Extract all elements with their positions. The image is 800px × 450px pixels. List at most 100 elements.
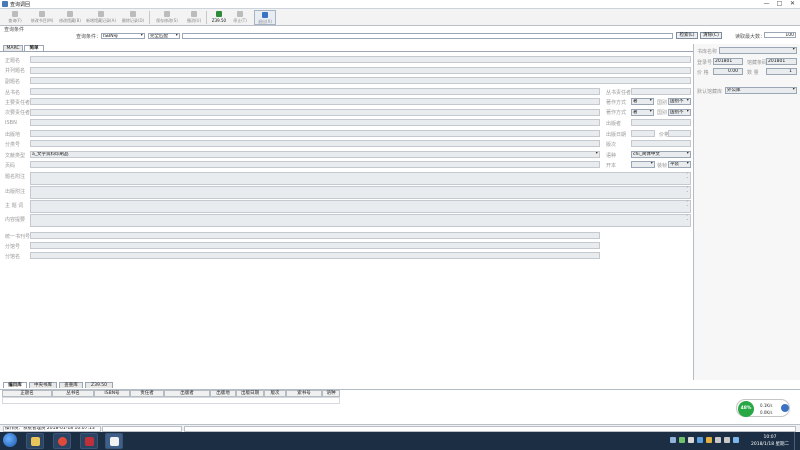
label-pub-note: 出版附注 — [5, 189, 26, 195]
series-field[interactable] — [30, 88, 600, 95]
pages-field[interactable] — [30, 161, 600, 168]
country-select-2[interactable]: 国别不 — [668, 109, 691, 116]
clock[interactable]: 10:07 2018/1/18 星期二 — [748, 434, 792, 448]
z3950-button[interactable]: Z39.50 — [209, 10, 229, 25]
doc-type-select[interactable]: a_文字资料印刷品 — [30, 151, 600, 158]
tab-catalog-db[interactable]: 编目库 — [3, 382, 27, 388]
close-button[interactable]: ✕ — [788, 0, 797, 8]
label-barcode: 馆藏条码 — [747, 60, 768, 66]
edit-record-button[interactable]: 修改书目(M) — [30, 10, 54, 25]
tab-central-library[interactable]: 中央书库 — [29, 382, 57, 388]
country-select-1[interactable]: 国别不 — [668, 98, 691, 105]
col-header-series[interactable]: 丛书名 — [52, 390, 94, 397]
start-button[interactable] — [3, 433, 17, 447]
subtitle-field[interactable] — [30, 77, 691, 84]
query-field-select[interactable]: ISBN号 — [101, 33, 145, 39]
parallel-title-field[interactable] — [30, 67, 691, 74]
col-header-call-no[interactable]: 索书号 — [286, 390, 322, 397]
format-select[interactable] — [631, 161, 655, 168]
exit-button[interactable]: 退出(X) — [254, 10, 276, 25]
col-header-language[interactable]: 语种 — [322, 390, 340, 397]
col-header-pub-date[interactable]: 出版日期 — [236, 390, 264, 397]
maximize-button[interactable]: □ — [775, 0, 784, 8]
taskbar-browser[interactable] — [53, 433, 71, 449]
network-speed-widget[interactable]: 48% 0.1K/s 0.0K/s — [736, 399, 790, 417]
minimize-button[interactable]: — — [762, 0, 771, 8]
tray-icon[interactable] — [733, 437, 739, 443]
isbn-field[interactable] — [30, 119, 600, 126]
col-header-isbn[interactable]: ISBN号 — [94, 390, 130, 397]
tray-icon[interactable] — [679, 437, 685, 443]
tray-icon[interactable] — [670, 437, 676, 443]
binding-select[interactable]: 平装 — [668, 161, 691, 168]
holding-panel: 书库名称 登录号 201801 馆藏条码 201801 价 格 0.00 数 量… — [693, 44, 800, 380]
col-header-title[interactable]: 正题名 — [2, 390, 52, 397]
quantity-stepper[interactable]: 1 — [766, 68, 797, 75]
delete-record-button[interactable]: 删除记录(D) — [119, 10, 147, 25]
taskbar-library-app[interactable] — [105, 433, 123, 449]
col-header-pub-place[interactable]: 出版地 — [210, 390, 236, 397]
add-holding-button[interactable]: 新增馆藏记录(A) — [86, 10, 116, 25]
tray-icon[interactable] — [688, 437, 694, 443]
volume-icon[interactable] — [724, 437, 730, 443]
taskbar-explorer[interactable] — [26, 433, 44, 449]
edit-holding-button[interactable]: 修改馆藏(B) — [57, 10, 83, 25]
search-button[interactable]: 检索(L) — [676, 32, 698, 39]
undo-button[interactable]: 撤消(U) — [184, 10, 204, 25]
pub-note-field[interactable] — [30, 186, 691, 199]
upload-speed: 0.1K/s — [760, 403, 773, 408]
search-input[interactable] — [182, 33, 673, 39]
tab-divider — [0, 51, 693, 52]
taskbar-app[interactable] — [80, 433, 98, 449]
exit-icon — [262, 12, 268, 18]
branch-no-field[interactable] — [30, 242, 600, 249]
edition-field[interactable] — [631, 140, 691, 147]
network-icon[interactable] — [715, 437, 721, 443]
label-abstract: 内容提要 — [5, 217, 26, 223]
save-button[interactable]: 保存修改(S) — [152, 10, 182, 25]
series-author-field[interactable] — [631, 88, 691, 95]
condition-group-label: 查询条件 — [4, 27, 25, 33]
title-note-field[interactable] — [30, 172, 691, 185]
col-header-author[interactable]: 责任者 — [130, 390, 164, 397]
publisher-field[interactable] — [631, 119, 691, 126]
language-select[interactable]: chi_简体中文 — [631, 151, 691, 158]
price-field[interactable] — [668, 130, 691, 137]
stop-button[interactable]: 停止(T) — [231, 10, 249, 25]
author-role-select-1[interactable]: 著 — [631, 98, 654, 105]
tab-dedup-db[interactable]: 查重库 — [59, 382, 83, 388]
barcode-field[interactable]: 201801 — [766, 58, 797, 65]
tray-icon[interactable] — [697, 437, 703, 443]
add-icon — [98, 11, 104, 17]
status-bar: 操作员：系统管理员 2018-01-18 10:07:13 — [0, 424, 800, 432]
label-subtitle: 副题名 — [5, 79, 21, 85]
show-desktop-button[interactable] — [794, 432, 800, 450]
reg-no-field[interactable]: 201801 — [713, 58, 743, 65]
pub-place-field[interactable] — [30, 130, 600, 137]
table-row[interactable] — [2, 397, 340, 404]
tray-icon[interactable] — [706, 437, 712, 443]
match-type-select[interactable]: 完全匹配 — [148, 33, 180, 39]
author-role-select-2[interactable]: 著 — [631, 109, 654, 116]
library-app-icon — [110, 437, 119, 446]
col-header-edition[interactable]: 版次 — [264, 390, 286, 397]
main-author-field[interactable] — [30, 98, 600, 105]
class-no-field[interactable] — [30, 140, 600, 147]
secondary-author-field[interactable] — [30, 109, 600, 116]
tab-z3950[interactable]: Z39.50 — [85, 382, 113, 388]
col-header-publisher[interactable]: 出版者 — [164, 390, 210, 397]
book-library-select[interactable] — [719, 47, 797, 54]
reset-button[interactable]: 清除(C) — [700, 32, 722, 39]
holding-price-field[interactable]: 0.00 — [713, 68, 743, 75]
abstract-field[interactable] — [30, 214, 691, 227]
title-field[interactable] — [30, 56, 691, 63]
query-button[interactable]: 查询(F) — [4, 10, 26, 25]
subject-field[interactable] — [30, 200, 691, 213]
app-icon — [85, 437, 94, 446]
collection-select[interactable]: 外公库 — [725, 87, 797, 94]
window-title: 查询调回 — [10, 2, 31, 8]
branch-name-field[interactable] — [30, 252, 600, 259]
unified-no-field[interactable] — [30, 232, 600, 239]
max-read-input[interactable]: 100 — [764, 32, 796, 38]
pub-date-field[interactable] — [631, 130, 655, 137]
